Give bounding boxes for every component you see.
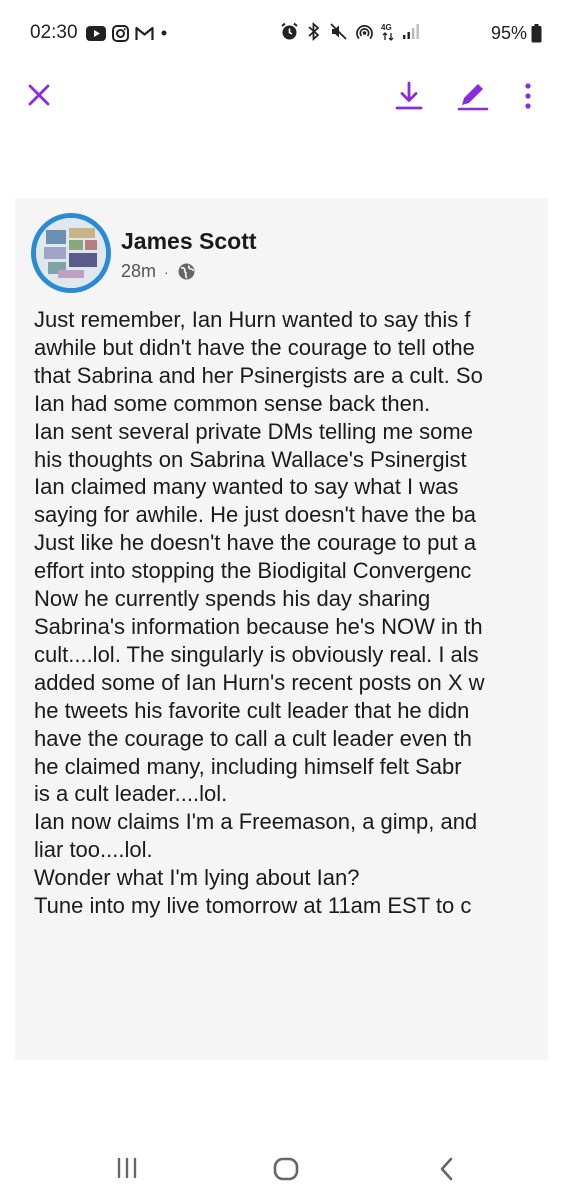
recents-icon[interactable]: [115, 1156, 139, 1180]
mute-icon: [330, 23, 347, 40]
post-line: his thoughts on Sabrina Wallace's Psiner…: [34, 446, 467, 472]
more-vertical-icon[interactable]: [518, 80, 538, 112]
post-line: Sabrina's information because he's NOW i…: [34, 613, 483, 639]
status-bar: 02:30 4G 95%: [0, 0, 568, 68]
post-line: Ian claimed many wanted to say what I wa…: [34, 474, 459, 500]
4g-icon: 4G: [381, 23, 394, 41]
globe-icon: [178, 263, 195, 280]
dot-icon: [161, 30, 167, 36]
post-line: Tune into my live tomorrow at 11am EST t…: [34, 893, 472, 919]
download-icon[interactable]: [394, 80, 424, 112]
system-nav-bar: [0, 1140, 568, 1196]
bluetooth-icon: [308, 22, 320, 41]
avatar-image: [36, 218, 106, 288]
edit-icon[interactable]: [456, 80, 490, 112]
post-body: Just remember, Ian Hurn wanted to say th…: [34, 306, 548, 920]
post-line: that Sabrina and her Psinergists are a c…: [34, 362, 483, 388]
post-line: Ian sent several private DMs telling me …: [34, 418, 473, 444]
post-card: James Scott 28m · Just remember, Ian Hur…: [15, 198, 548, 1060]
post-line: cult....lol. The singularly is obviously…: [34, 641, 479, 667]
signal-icon: [403, 24, 419, 39]
post-line: Ian had some common sense back then.: [34, 390, 431, 416]
battery-percent: 95%: [490, 23, 527, 43]
close-icon[interactable]: [26, 82, 52, 108]
post-line: Just like he doesn't have the courage to…: [34, 530, 477, 556]
home-icon[interactable]: [272, 1155, 300, 1183]
viewer-toolbar: [0, 68, 568, 126]
post-line: Now he currently spends his day sharing: [34, 586, 431, 612]
avatar-collage-icon: [36, 218, 106, 288]
youtube-icon: [85, 25, 106, 41]
avatar[interactable]: [31, 213, 111, 293]
post-line: awhile but didn't have the courage to te…: [34, 334, 475, 360]
hotspot-icon: [356, 25, 373, 40]
post-line: added some of Ian Hurn's recent posts on…: [34, 669, 485, 695]
post-line: have the courage to call a cult leader e…: [34, 725, 472, 751]
post-line: he claimed many, including himself felt …: [34, 753, 462, 779]
post-line: Ian now claims I'm a Freemason, a gimp, …: [34, 809, 478, 835]
post-author[interactable]: James Scott: [121, 228, 257, 255]
post-line: Wonder what I'm lying about Ian?: [34, 865, 360, 891]
post-time[interactable]: 28m: [121, 261, 156, 282]
status-left: 02:30: [30, 22, 168, 44]
battery-status: 95%: [491, 23, 542, 44]
post-line: Just remember, Ian Hurn wanted to say th…: [34, 307, 471, 332]
status-time: 02:30: [30, 22, 78, 43]
back-icon[interactable]: [436, 1155, 458, 1183]
post-line: he tweets his favorite cult leader that …: [34, 697, 470, 723]
status-right: 4G: [280, 22, 420, 41]
gmail-icon: [134, 26, 154, 40]
meta-separator: ·: [164, 263, 169, 280]
alarm-icon: [281, 22, 298, 40]
post-line: is a cult leader....lol.: [34, 781, 228, 807]
instagram-icon: [111, 24, 129, 42]
battery-icon: [531, 24, 542, 43]
post-line: saying for awhile. He just doesn't have …: [34, 502, 477, 528]
post-line: liar too....lol.: [34, 837, 153, 863]
svg-text:4G: 4G: [381, 23, 392, 32]
post-line: effort into stopping the Biodigital Conv…: [34, 558, 472, 584]
post-meta: 28m ·: [121, 261, 196, 282]
